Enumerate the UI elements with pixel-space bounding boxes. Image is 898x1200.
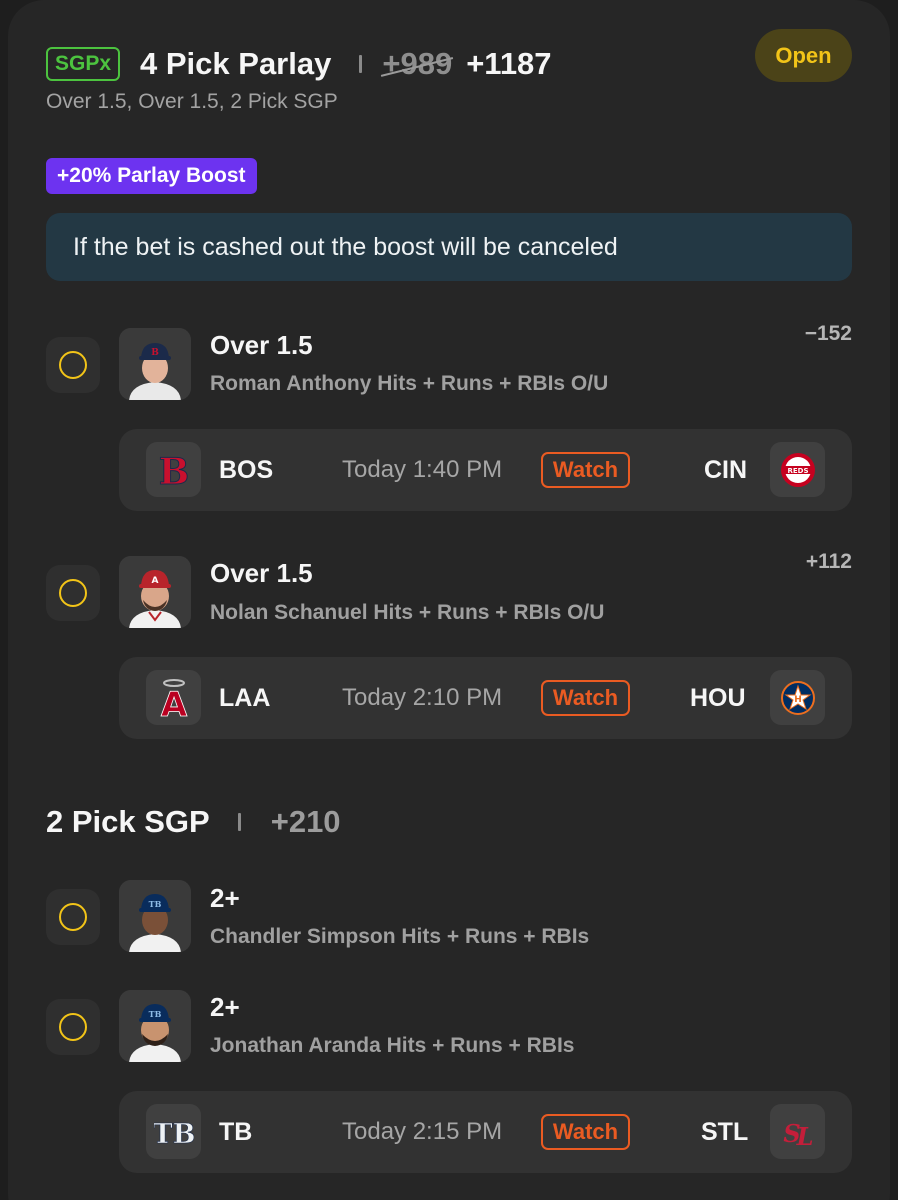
- pending-ring-icon: [59, 351, 87, 379]
- reds-logo-icon: REDS: [770, 442, 825, 497]
- player-headshot-icon: B: [119, 328, 191, 400]
- pick-title: 2+: [210, 992, 240, 1022]
- rays-logo-icon: TB: [146, 1104, 201, 1159]
- pick-status-radio[interactable]: [46, 337, 100, 393]
- pick-odds: +112: [805, 550, 852, 573]
- divider: [359, 55, 363, 73]
- svg-text:A: A: [160, 685, 187, 719]
- game-row[interactable]: B BOS Today 1:40 PM Watch CIN REDS: [119, 429, 852, 511]
- pick-title: Over 1.5: [210, 558, 313, 588]
- away-team: BOS: [219, 456, 274, 484]
- bet-header: SGPx 4 Pick Parlay +989 +1187: [46, 46, 552, 82]
- watch-button[interactable]: Watch: [541, 1114, 630, 1150]
- home-team: STL: [701, 1118, 749, 1146]
- pick-description: Chandler Simpson Hits + Runs + RBIs: [210, 925, 590, 948]
- game-time: Today 2:10 PM: [342, 684, 503, 711]
- watch-button[interactable]: Watch: [541, 680, 630, 716]
- game-row[interactable]: A LAA Today 2:10 PM Watch HOU H: [119, 657, 852, 739]
- svg-text:TB: TB: [154, 1119, 194, 1150]
- sgp-odds: +210: [270, 804, 341, 839]
- player-avatar: TB: [119, 990, 191, 1062]
- game-time: Today 1:40 PM: [342, 456, 503, 483]
- svg-text:REDS: REDS: [787, 467, 808, 475]
- home-team: HOU: [690, 684, 746, 712]
- svg-text:TB: TB: [149, 1009, 162, 1019]
- svg-text:B: B: [158, 451, 188, 490]
- game-row[interactable]: TB TB Today 2:15 PM Watch STL SL: [119, 1091, 852, 1173]
- pick-status-radio[interactable]: [46, 999, 100, 1055]
- pick-odds: −152: [804, 322, 852, 345]
- bet-subtitle: Over 1.5, Over 1.5, 2 Pick SGP: [46, 90, 338, 113]
- player-headshot-icon: TB: [119, 880, 191, 952]
- boosted-odds: +1187: [466, 46, 552, 81]
- player-avatar: TB: [119, 880, 191, 952]
- pending-ring-icon: [59, 1013, 87, 1041]
- parlay-boost-badge: +20% Parlay Boost: [46, 158, 257, 194]
- player-headshot-icon: A: [119, 556, 191, 628]
- svg-text:L: L: [795, 1122, 813, 1151]
- divider: [237, 813, 241, 831]
- away-team: TB: [219, 1118, 253, 1146]
- status-badge: Open: [755, 29, 852, 82]
- pick-status-radio[interactable]: [46, 889, 100, 945]
- pick-title: 2+: [210, 883, 240, 913]
- pending-ring-icon: [59, 579, 87, 607]
- svg-text:H: H: [794, 695, 802, 705]
- away-team: LAA: [219, 684, 271, 712]
- angels-logo-icon: A: [146, 670, 201, 725]
- sgp-header: 2 Pick SGP +210: [46, 804, 341, 840]
- game-time: Today 2:15 PM: [342, 1118, 503, 1145]
- pick-description: Roman Anthony Hits + Runs + RBIs O/U: [210, 372, 609, 395]
- bet-title: 4 Pick Parlay: [140, 46, 332, 81]
- pick-description: Nolan Schanuel Hits + Runs + RBIs O/U: [210, 601, 605, 624]
- cardinals-logo-icon: SL: [770, 1104, 825, 1159]
- pick-status-radio[interactable]: [46, 565, 100, 621]
- svg-text:TB: TB: [149, 899, 162, 909]
- player-headshot-icon: TB: [119, 990, 191, 1062]
- sgp-title: 2 Pick SGP: [46, 804, 210, 839]
- sgpx-badge: SGPx: [46, 47, 121, 81]
- boost-notice: If the bet is cashed out the boost will …: [46, 213, 852, 281]
- original-odds: +989: [382, 46, 453, 81]
- astros-logo-icon: H: [770, 670, 825, 725]
- home-team: CIN: [704, 456, 748, 484]
- player-avatar: B: [119, 328, 191, 400]
- player-avatar: A: [119, 556, 191, 628]
- svg-text:B: B: [151, 348, 159, 358]
- watch-button[interactable]: Watch: [541, 452, 630, 488]
- pick-title: Over 1.5: [210, 330, 313, 360]
- svg-text:A: A: [152, 576, 159, 586]
- red-sox-logo-icon: B: [146, 442, 201, 497]
- pick-description: Jonathan Aranda Hits + Runs + RBIs: [210, 1034, 575, 1057]
- pending-ring-icon: [59, 903, 87, 931]
